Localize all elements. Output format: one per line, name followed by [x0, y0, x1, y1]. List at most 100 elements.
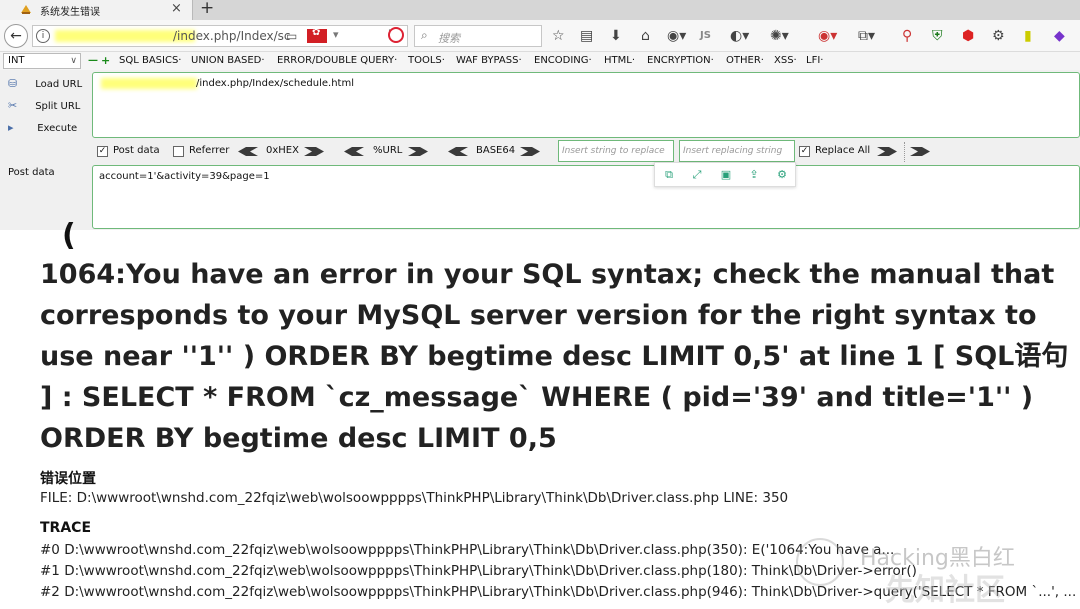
tab-close-icon[interactable]: × — [171, 1, 182, 16]
menu-encoding[interactable]: ENCODING· — [534, 55, 592, 66]
split-url-button[interactable]: ✂ Split URL — [8, 99, 80, 112]
download-icon[interactable]: ⬇ — [610, 26, 622, 46]
post-data-checkbox-label: Post data — [113, 145, 160, 156]
zoom-icon[interactable]: ⚲ — [902, 26, 912, 46]
menu-tools[interactable]: TOOLS· — [408, 55, 445, 66]
referrer-checkbox[interactable] — [173, 146, 184, 157]
search-box[interactable]: ⌕ 搜索 — [414, 25, 542, 47]
menu-waf-bypass[interactable]: WAF BYPASS· — [456, 55, 522, 66]
watermark-logo-icon — [796, 538, 844, 586]
referrer-checkbox-label: Referrer — [189, 145, 230, 156]
address-text: /index.php/Index/sc — [173, 29, 291, 43]
expand-icon[interactable]: ⤢ — [689, 167, 705, 183]
hex-decode-arrow-icon[interactable] — [238, 147, 258, 156]
watermark-site: 先知社区 — [885, 573, 1005, 608]
new-tab-button[interactable]: + — [200, 0, 214, 18]
redacted-host — [101, 78, 197, 89]
load-url-label: Load URL — [35, 79, 83, 90]
hackbar-url-input[interactable]: /index.php/Index/schedule.html — [92, 72, 1080, 138]
replace-left-arrow-icon[interactable] — [877, 147, 897, 156]
post-data-input[interactable]: account=1'&activity=39&page=1 — [92, 165, 1080, 229]
base64-decode-arrow-icon[interactable] — [448, 147, 468, 156]
menu-sql-basics[interactable]: SQL BASICS· — [119, 55, 181, 66]
sync-icon[interactable]: ⧉▾ — [858, 26, 875, 46]
split-url-icon: ✂ — [8, 99, 18, 112]
extension-yellow-icon[interactable]: ▮ — [1024, 26, 1032, 46]
post-data-text: account=1'&activity=39&page=1 — [99, 171, 270, 182]
tab-active[interactable]: 系统发生错误 × — [0, 0, 193, 20]
reader-view-icon[interactable]: ▭ — [286, 29, 297, 43]
menu-union-based[interactable]: UNION BASED· — [191, 55, 265, 66]
replace-all-checkbox[interactable]: ✓ — [799, 146, 810, 157]
menu-lfi[interactable]: LFI· — [806, 55, 823, 66]
load-url-button[interactable]: ⛁ Load URL — [8, 77, 82, 90]
copy-icon[interactable]: ⧉ — [661, 167, 677, 183]
account-icon[interactable]: ◉▾ — [667, 26, 686, 46]
execute-label: Execute — [37, 123, 78, 134]
trace-line-0: #0 D:\wwwroot\wnshd.com_22fqiz\web\wolso… — [40, 542, 895, 558]
error-message: 1064:You have an error in your SQL synta… — [40, 259, 1069, 454]
split-url-label: Split URL — [35, 101, 81, 112]
extension-purple-icon[interactable]: ◆ — [1054, 26, 1065, 46]
url-dropdown-icon[interactable]: ▾ — [333, 28, 339, 41]
execute-button[interactable]: ▸ Execute — [8, 121, 77, 134]
menu-error-double-query[interactable]: ERROR/DOUBLE QUERY· — [277, 55, 397, 66]
hackbar-options: ✓ Post data Referrer 0xHEX %URL BASE64 I… — [92, 140, 1080, 162]
palette-icon[interactable]: ✺▾ — [770, 26, 789, 46]
floating-toolbar: ⧉ ⤢ ▣ ⇪ ⚙ — [654, 162, 796, 187]
extension-red-icon[interactable]: ◉▾ — [818, 26, 837, 46]
error-location-heading: 错误位置 — [40, 471, 96, 487]
trace-heading: TRACE — [40, 520, 92, 536]
base64-encode-arrow-icon[interactable] — [520, 147, 540, 156]
noscript-icon[interactable] — [388, 27, 404, 43]
post-data-label: Post data — [8, 167, 55, 178]
address-bar[interactable]: i /index.php/Index/sc ▭ ▾ ↻ — [32, 25, 408, 47]
options-divider — [904, 142, 905, 162]
url-decode-arrow-icon[interactable] — [344, 147, 364, 156]
tab-strip: 系统发生错误 × + — [0, 0, 1080, 20]
navigation-bar: ← i /index.php/Index/sc ▭ ▾ ↻ ⌕ 搜索 ☆ ▤ ⬇… — [0, 20, 1080, 52]
site-info-icon[interactable]: i — [36, 29, 50, 43]
replace-all-label: Replace All — [815, 145, 871, 156]
page-fragment: ( — [62, 218, 76, 253]
location-flag-icon — [307, 27, 327, 43]
hackbar-url-text: /index.php/Index/schedule.html — [196, 78, 354, 89]
js-toggle[interactable]: JS — [700, 26, 711, 46]
error-file-line: FILE: D:\wwwroot\wnshd.com_22fqiz\web\wo… — [40, 490, 789, 506]
hex-encode-arrow-icon[interactable] — [304, 147, 324, 156]
execute-icon: ▸ — [8, 121, 14, 134]
share-icon[interactable]: ⇪ — [746, 167, 762, 183]
url-encode-arrow-icon[interactable] — [408, 147, 428, 156]
search-placeholder: 搜索 — [438, 32, 460, 45]
home-icon[interactable]: ⌂ — [641, 26, 650, 46]
search-icon: ⌕ — [421, 28, 428, 42]
replacing-string-input[interactable]: Insert replacing string — [679, 140, 795, 162]
hackbar-type-select[interactable]: INT — [3, 53, 81, 69]
back-button[interactable]: ← — [4, 24, 28, 48]
menu-html[interactable]: HTML· — [604, 55, 635, 66]
settings-icon[interactable]: ⚙ — [774, 167, 790, 183]
menu-encryption[interactable]: ENCRYPTION· — [647, 55, 714, 66]
adblock-icon[interactable]: ⬢ — [962, 26, 974, 46]
hackbar-menu: INT — + SQL BASICS· UNION BASED· ERROR/D… — [0, 52, 1080, 70]
settings-gear-icon[interactable]: ⚙ — [992, 26, 1005, 46]
menu-other[interactable]: OTHER· — [726, 55, 764, 66]
library-icon[interactable]: ▤ — [580, 26, 593, 46]
load-url-icon: ⛁ — [8, 77, 18, 90]
menu-xss[interactable]: XSS· — [774, 55, 797, 66]
site-favicon-icon — [21, 5, 31, 14]
save-icon[interactable]: ▣ — [718, 167, 734, 183]
post-data-checkbox[interactable]: ✓ — [97, 146, 108, 157]
hackbar-panel: ⛁ Load URL ✂ Split URL ▸ Execute /index.… — [0, 70, 1080, 230]
replace-string-input[interactable]: Insert string to replace — [558, 140, 674, 162]
translate-icon[interactable]: ◐▾ — [730, 26, 749, 46]
tab-title: 系统发生错误 — [40, 7, 100, 18]
trace-line-1: #1 D:\wwwroot\wnshd.com_22fqiz\web\wolso… — [40, 563, 917, 579]
increase-button[interactable]: + — [101, 54, 110, 67]
base64-label: BASE64 — [476, 145, 516, 156]
bookmark-star-icon[interactable]: ☆ — [552, 26, 565, 46]
shield-icon[interactable]: ⛨ — [932, 26, 943, 46]
replace-right-arrow-icon[interactable] — [910, 147, 930, 156]
url-encode-label: %URL — [373, 145, 403, 156]
decrease-button[interactable]: — — [88, 55, 98, 66]
